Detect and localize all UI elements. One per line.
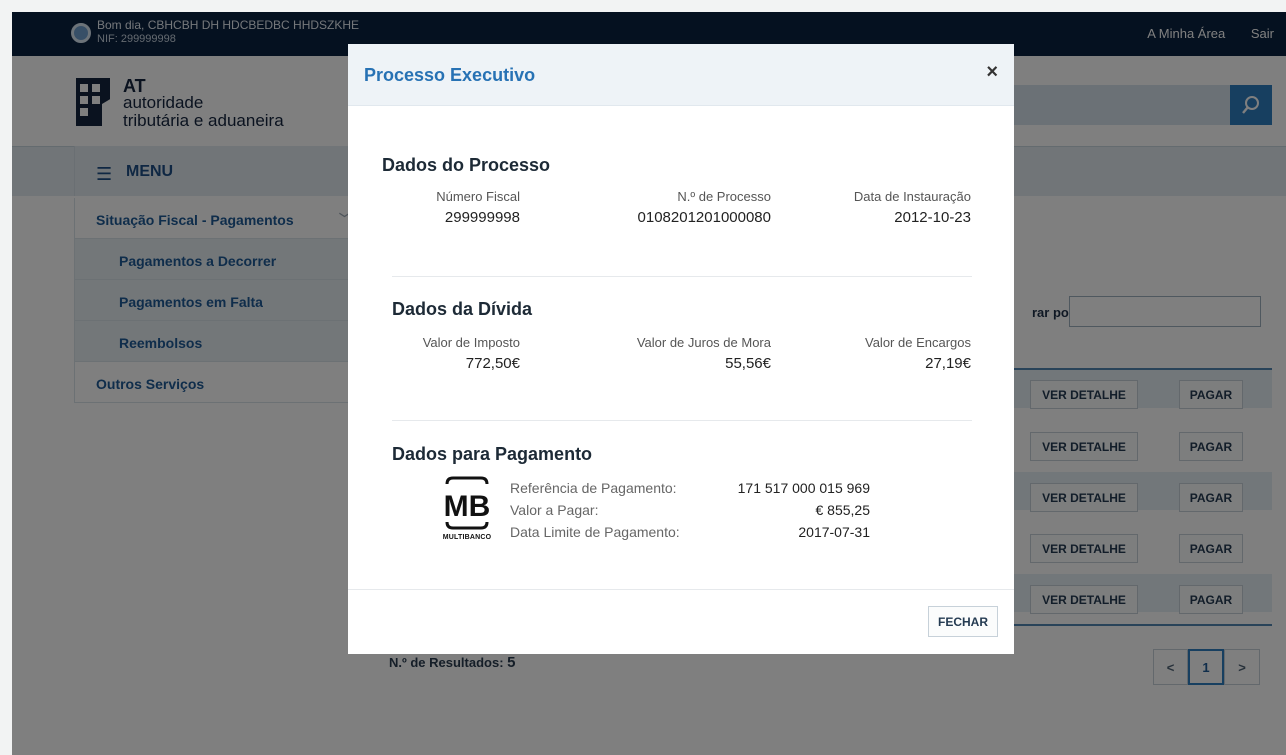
referencia-value: 171 517 000 015 969 bbox=[737, 480, 870, 496]
data-limite-value: 2017-07-31 bbox=[798, 524, 870, 540]
section-divider bbox=[392, 276, 972, 277]
valor-imposto-value: 772,50€ bbox=[465, 355, 520, 372]
referencia-label: Referência de Pagamento: bbox=[510, 480, 677, 496]
valor-pagar-label: Valor a Pagar: bbox=[510, 502, 599, 518]
valor-encargos-value: 27,19€ bbox=[925, 355, 971, 372]
multibanco-logo-text: MULTIBANCO bbox=[442, 534, 492, 541]
valor-imposto-label: Valor de Imposto bbox=[422, 335, 520, 350]
section-title-pagamento: Dados para Pagamento bbox=[392, 444, 593, 464]
section-title-divida: Dados da Dívida bbox=[392, 299, 533, 319]
data-limite-label: Data Limite de Pagamento: bbox=[510, 524, 680, 540]
modal-footer-divider bbox=[348, 589, 1014, 590]
close-icon[interactable]: × bbox=[986, 61, 998, 84]
valor-pagar-value: € 855,25 bbox=[815, 502, 871, 518]
numero-fiscal-value: 299999998 bbox=[444, 209, 520, 226]
modal-header: Processo Executivo × bbox=[348, 44, 1014, 106]
data-instauracao-value: 2012-10-23 bbox=[894, 209, 971, 226]
valor-encargos-label: Valor de Encargos bbox=[865, 335, 971, 350]
processo-executivo-modal: Processo Executivo × Dados do Processo N… bbox=[348, 44, 1014, 654]
section-title-processo: Dados do Processo bbox=[382, 155, 551, 175]
multibanco-logo-icon: MB bbox=[444, 476, 491, 530]
numero-processo-label: N.º de Processo bbox=[677, 189, 771, 204]
modal-title: Processo Executivo bbox=[364, 65, 536, 85]
fechar-button[interactable]: FECHAR bbox=[928, 606, 998, 637]
page-frame: Bom dia, CBHCBH DH HDCBEDBC HHDSZKHE NIF… bbox=[12, 12, 1286, 755]
svg-text:MB: MB bbox=[444, 490, 491, 523]
data-instauracao-label: Data de Instauração bbox=[853, 189, 971, 204]
valor-juros-label: Valor de Juros de Mora bbox=[636, 335, 771, 350]
valor-juros-value: 55,56€ bbox=[725, 355, 771, 372]
numero-fiscal-label: Número Fiscal bbox=[436, 189, 520, 204]
numero-processo-value: 0108201201000080 bbox=[637, 209, 771, 226]
section-divider bbox=[392, 420, 972, 421]
